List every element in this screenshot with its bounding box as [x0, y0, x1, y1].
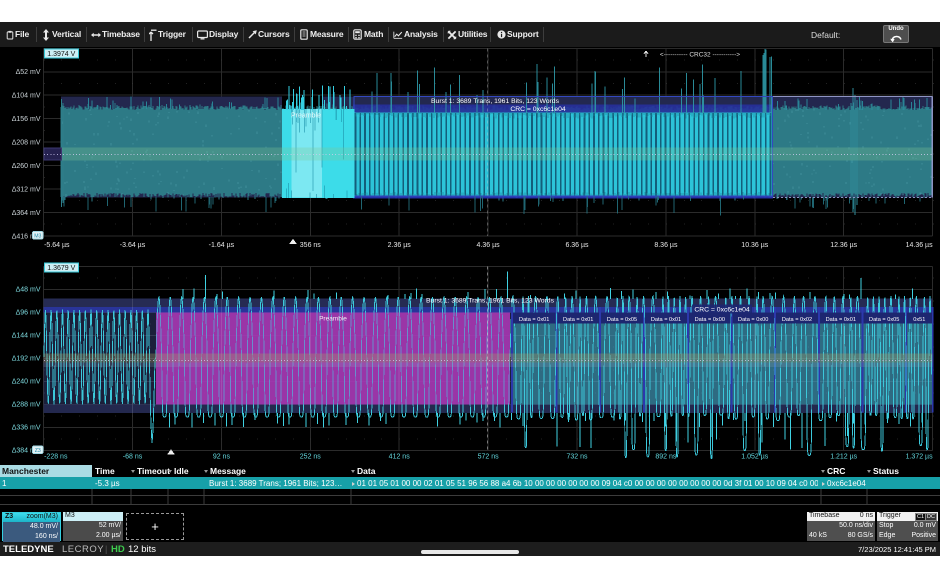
svg-text:1.052 µs: 1.052 µs [741, 454, 768, 461]
svg-text:Δ52 mV: Δ52 mV [16, 69, 41, 76]
svg-text:-68 ns: -68 ns [123, 454, 143, 461]
svg-text:Data = 0x01: Data = 0x01 [826, 317, 856, 323]
svg-text:Δ288 mV: Δ288 mV [12, 402, 41, 409]
svg-text:<----------- CRC32 -----------: <----------- CRC32 -----------> [660, 52, 740, 59]
svg-text:1.372 µs: 1.372 µs [906, 454, 933, 461]
svg-text:12.36 µs: 12.36 µs [830, 242, 857, 249]
svg-text:1.3679 V: 1.3679 V [47, 265, 75, 272]
svg-text:Burst 1: 3689 Trans, 1961 Bits: Burst 1: 3689 Trans, 1961 Bits, 123 Word… [426, 298, 555, 305]
svg-text:Data = 0x05: Data = 0x05 [869, 317, 899, 323]
svg-text:14.36 µs: 14.36 µs [906, 242, 933, 249]
svg-text:Data = 0x00: Data = 0x00 [738, 317, 768, 323]
svg-text:Δ96 mV: Δ96 mV [16, 310, 41, 317]
svg-text:CRC = 0xc6c1e04: CRC = 0xc6c1e04 [694, 307, 750, 314]
svg-text:Data = 0x01: Data = 0x01 [563, 317, 593, 323]
svg-text:CRC = 0xc6c1e04: CRC = 0xc6c1e04 [510, 106, 566, 113]
svg-text:892 ns: 892 ns [655, 454, 677, 461]
svg-text:92 ns: 92 ns [213, 454, 231, 461]
svg-text:Data = 0x05: Data = 0x05 [607, 317, 637, 323]
svg-text:Data = 0x01: Data = 0x01 [519, 317, 549, 323]
svg-text:Δ48 mV: Δ48 mV [16, 287, 41, 294]
svg-text:Z3: Z3 [35, 448, 41, 454]
svg-text:572 ns: 572 ns [478, 454, 500, 461]
svg-text:Δ208 mV: Δ208 mV [12, 140, 41, 147]
svg-text:Data = 0x00: Data = 0x00 [695, 317, 725, 323]
svg-text:8.36 µs: 8.36 µs [654, 242, 678, 249]
svg-text:412 ns: 412 ns [389, 454, 411, 461]
svg-text:0x51: 0x51 [913, 317, 925, 323]
svg-text:1.212 µs: 1.212 µs [830, 454, 857, 461]
svg-text:Δ144 mV: Δ144 mV [12, 333, 41, 340]
svg-text:-5.64 µs: -5.64 µs [44, 242, 70, 249]
svg-text:Δ192 mV: Δ192 mV [12, 356, 41, 363]
svg-text:Δ312 mV: Δ312 mV [12, 186, 41, 193]
svg-text:Δ260 mV: Δ260 mV [12, 163, 41, 170]
svg-text:Δ364 mV: Δ364 mV [12, 210, 41, 217]
svg-text:M3: M3 [34, 233, 41, 239]
svg-text:356 ns: 356 ns [300, 242, 322, 249]
svg-text:Δ104 mV: Δ104 mV [12, 93, 41, 100]
svg-text:2.36 µs: 2.36 µs [388, 242, 412, 249]
svg-text:Δ156 mV: Δ156 mV [12, 116, 41, 123]
svg-text:Burst 1: 3689 Trans, 1961 Bits: Burst 1: 3689 Trans, 1961 Bits, 123 Word… [431, 98, 560, 105]
svg-text:Δ336 mV: Δ336 mV [12, 425, 41, 432]
svg-text:Data = 0x01: Data = 0x01 [651, 317, 681, 323]
svg-text:-3.64 µs: -3.64 µs [120, 242, 146, 249]
svg-text:6.36 µs: 6.36 µs [565, 242, 589, 249]
svg-text:252 ns: 252 ns [300, 454, 322, 461]
svg-text:1.3974 V: 1.3974 V [47, 51, 75, 58]
svg-text:Data = 0x02: Data = 0x02 [782, 317, 812, 323]
svg-text:4.36 µs: 4.36 µs [477, 242, 501, 249]
svg-text:Δ240 mV: Δ240 mV [12, 379, 41, 386]
svg-text:10.36 µs: 10.36 µs [741, 242, 768, 249]
svg-text:Preamble: Preamble [291, 113, 321, 120]
svg-text:Preamble: Preamble [319, 316, 347, 323]
svg-text:-1.64 µs: -1.64 µs [209, 242, 235, 249]
svg-text:-228 ns: -228 ns [44, 454, 68, 461]
svg-text:732 ns: 732 ns [566, 454, 588, 461]
